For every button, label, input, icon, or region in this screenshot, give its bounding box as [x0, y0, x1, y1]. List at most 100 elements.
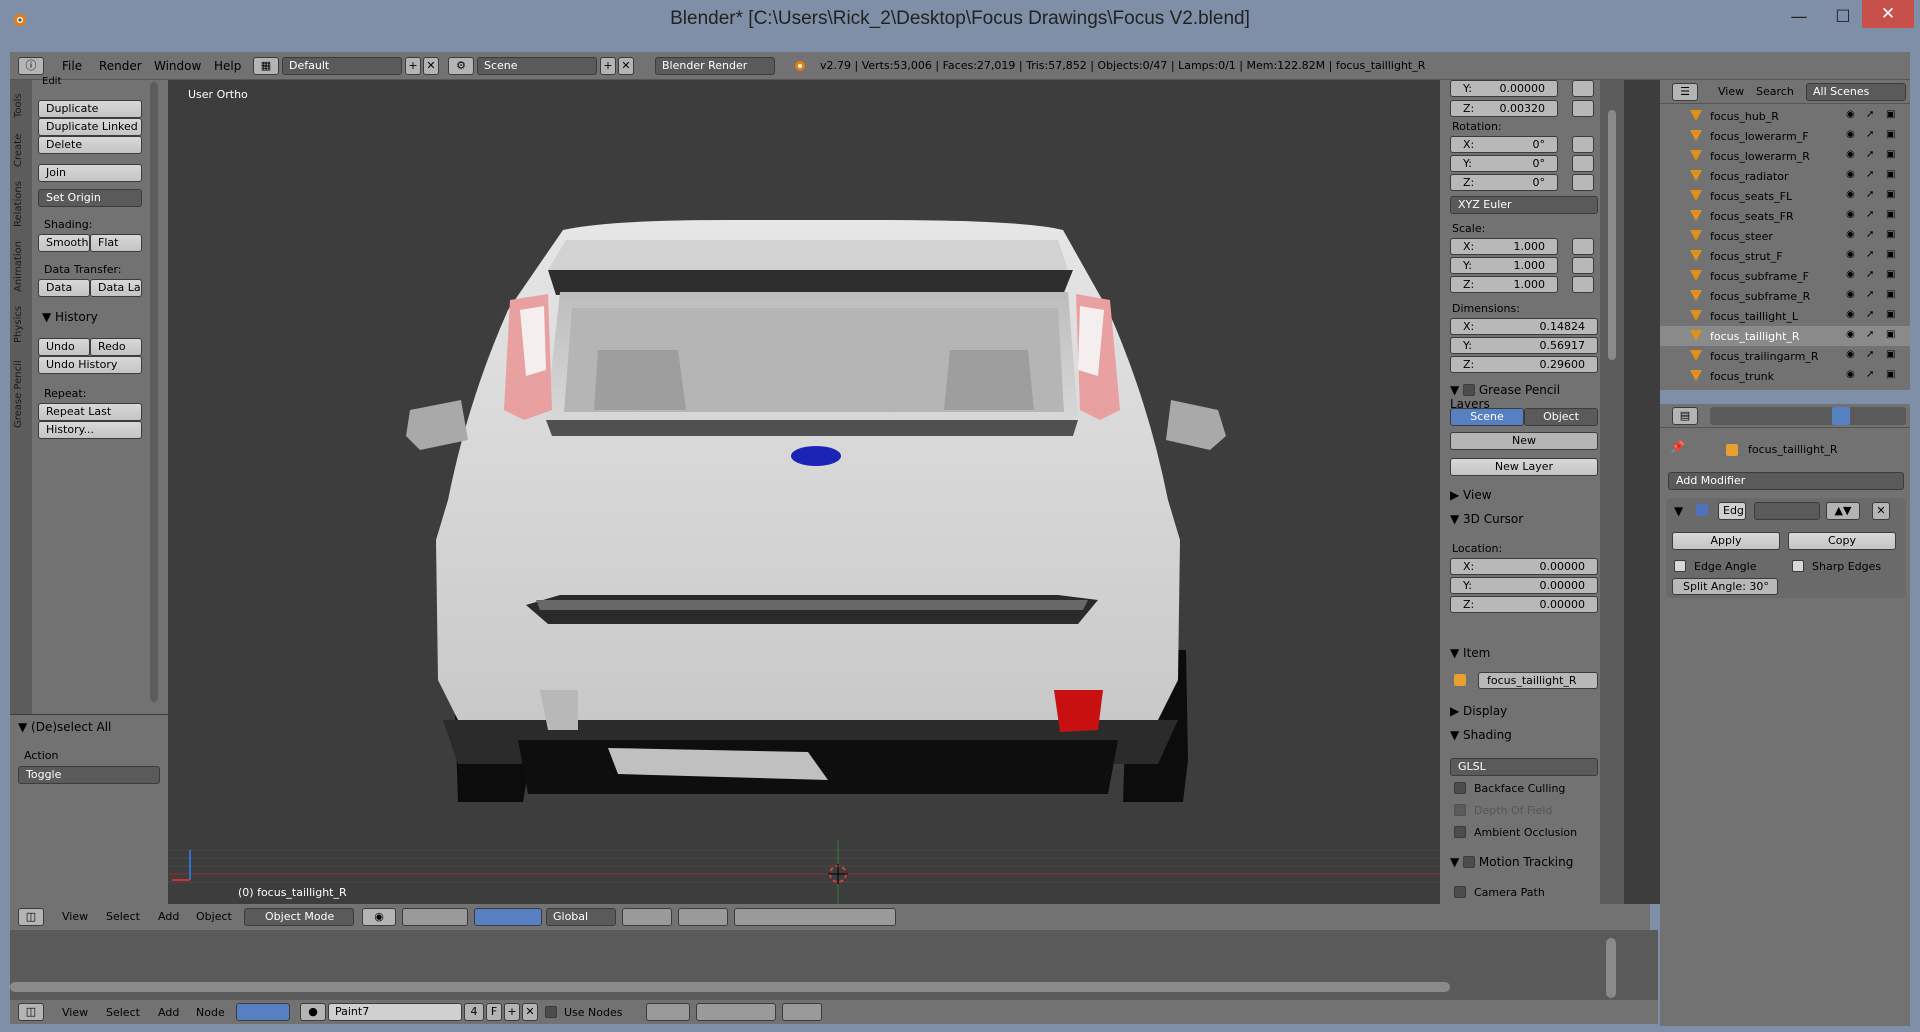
renderable-camera-icon[interactable]: ▣: [1886, 329, 1895, 340]
location-y-field[interactable]: Y: 0.00000: [1450, 80, 1558, 97]
data-layout-button[interactable]: Data La: [90, 279, 142, 297]
renderable-camera-icon[interactable]: ▣: [1886, 149, 1895, 160]
outliner-row[interactable]: focus_subframe_F ◉ ➚ ▣: [1660, 266, 1910, 286]
view-panel-header[interactable]: ▶ View: [1450, 488, 1492, 502]
lock-icon[interactable]: [1572, 136, 1594, 153]
timeline-area[interactable]: [10, 930, 1658, 1002]
outliner-row[interactable]: focus_trunk ◉ ➚ ▣: [1660, 366, 1910, 386]
selectable-cursor-icon[interactable]: ➚: [1866, 309, 1874, 320]
modifier-name-field[interactable]: Edg: [1718, 502, 1746, 520]
node-snap-icons[interactable]: [696, 1003, 776, 1021]
outliner-type-icon[interactable]: ☰: [1672, 83, 1698, 101]
cursor-x-field[interactable]: X: 0.00000: [1450, 558, 1598, 575]
outliner-row[interactable]: focus_hub_R ◉ ➚ ▣: [1660, 106, 1910, 126]
remove-modifier-icon[interactable]: ✕: [1872, 502, 1890, 520]
render-engine-select[interactable]: Blender Render: [655, 57, 775, 75]
menu-help[interactable]: Help: [214, 59, 241, 73]
visibility-eye-icon[interactable]: ◉: [1846, 269, 1855, 280]
remove-layout-icon[interactable]: ✕: [423, 57, 439, 75]
backface-culling-checkbox[interactable]: [1454, 782, 1466, 794]
menu-window[interactable]: Window: [154, 59, 201, 73]
selectable-cursor-icon[interactable]: ➚: [1866, 369, 1874, 380]
split-angle-field[interactable]: Split Angle: 30°: [1672, 578, 1778, 595]
node-select-menu[interactable]: Select: [106, 1006, 140, 1019]
smooth-button[interactable]: Smooth: [38, 234, 90, 252]
properties-scrollbar[interactable]: [1608, 110, 1616, 360]
use-nodes-checkbox[interactable]: [545, 1006, 557, 1018]
selectable-cursor-icon[interactable]: ➚: [1866, 269, 1874, 280]
lock-icon[interactable]: [1572, 80, 1594, 97]
display-panel-header[interactable]: ▶ Display: [1450, 704, 1507, 718]
sharp-edges-checkbox[interactable]: [1792, 560, 1804, 572]
outliner-row[interactable]: focus_taillight_R ◉ ➚ ▣: [1660, 326, 1910, 346]
lock-icon[interactable]: [1572, 276, 1594, 293]
item-name-field[interactable]: focus_taillight_R: [1478, 672, 1598, 689]
selectable-cursor-icon[interactable]: ➚: [1866, 189, 1874, 200]
outliner-row[interactable]: focus_taillight_L ◉ ➚ ▣: [1660, 306, 1910, 326]
node-copy-paste-icons[interactable]: [782, 1003, 822, 1021]
node-add-menu[interactable]: Add: [158, 1006, 179, 1019]
rotation-y-field[interactable]: Y: 0°: [1450, 155, 1558, 172]
selectable-cursor-icon[interactable]: ➚: [1866, 249, 1874, 260]
outliner-row[interactable]: focus_seats_FR ◉ ➚ ▣: [1660, 206, 1910, 226]
pivot-and-manipulator-icons[interactable]: [402, 908, 468, 926]
interaction-mode-select[interactable]: Object Mode: [244, 908, 354, 926]
3d-cursor-panel-header[interactable]: ▼ 3D Cursor: [1450, 512, 1523, 526]
redo-button[interactable]: Redo: [90, 338, 142, 356]
outliner-row[interactable]: focus_lowerarm_F ◉ ➚ ▣: [1660, 126, 1910, 146]
unlink-material-icon[interactable]: ✕: [522, 1003, 538, 1021]
duplicate-linked-button[interactable]: Duplicate Linked: [38, 118, 142, 136]
scene-icon[interactable]: ⚙: [448, 57, 474, 75]
node-tree-type-icons[interactable]: [236, 1003, 290, 1021]
motion-tracking-checkbox[interactable]: [1463, 856, 1476, 868]
outliner-view-menu[interactable]: View: [1718, 85, 1744, 98]
lock-icon[interactable]: [1572, 174, 1594, 191]
duplicate-button[interactable]: Duplicate: [38, 100, 142, 118]
layer-buttons-b[interactable]: [678, 908, 728, 926]
rotation-z-field[interactable]: Z: 0°: [1450, 174, 1558, 191]
outliner-search-menu[interactable]: Search: [1756, 85, 1794, 98]
renderable-camera-icon[interactable]: ▣: [1886, 269, 1895, 280]
depth-of-field-checkbox[interactable]: [1454, 804, 1466, 816]
history-panel-header[interactable]: ▼ History: [42, 310, 98, 324]
renderable-camera-icon[interactable]: ▣: [1886, 249, 1895, 260]
tab-relations[interactable]: Relations: [13, 176, 29, 232]
visibility-eye-icon[interactable]: ◉: [1846, 249, 1855, 260]
undo-button[interactable]: Undo: [38, 338, 90, 356]
fake-user-button[interactable]: F: [486, 1003, 502, 1021]
properties-type-icon[interactable]: ▤: [1672, 407, 1698, 425]
grease-pencil-checkbox[interactable]: [1463, 384, 1476, 396]
tool-shelf-scrollbar[interactable]: [150, 82, 158, 702]
item-panel-header[interactable]: ▼ Item: [1450, 646, 1490, 660]
repeat-last-button[interactable]: Repeat Last: [38, 403, 142, 421]
delete-button[interactable]: Delete: [38, 136, 142, 154]
shading-mode-select[interactable]: GLSL: [1450, 758, 1598, 776]
lock-icon[interactable]: [1572, 238, 1594, 255]
copy-button[interactable]: Copy: [1788, 532, 1896, 550]
action-select[interactable]: Toggle: [18, 766, 160, 784]
location-z-field[interactable]: Z: 0.00320: [1450, 100, 1558, 117]
dimension-z-field[interactable]: Z: 0.29600: [1450, 356, 1598, 373]
viewport-shading-select[interactable]: ◉: [362, 908, 396, 926]
dimension-y-field[interactable]: Y: 0.56917: [1450, 337, 1598, 354]
tab-create[interactable]: Create: [13, 128, 29, 172]
camera-path-checkbox[interactable]: [1454, 886, 1466, 898]
screen-layout-field[interactable]: Default: [282, 57, 402, 75]
ambient-occlusion-checkbox[interactable]: [1454, 826, 1466, 838]
tab-tools[interactable]: Tools: [13, 88, 29, 124]
visibility-eye-icon[interactable]: ◉: [1846, 309, 1855, 320]
view3d-type-icon[interactable]: ◫: [18, 908, 44, 926]
renderable-camera-icon[interactable]: ▣: [1886, 109, 1895, 120]
node-backdrop-icons[interactable]: [646, 1003, 690, 1021]
visibility-eye-icon[interactable]: ◉: [1846, 229, 1855, 240]
renderable-camera-icon[interactable]: ▣: [1886, 209, 1895, 220]
gp-new-layer-button[interactable]: New Layer: [1450, 458, 1598, 476]
view3d-select-menu[interactable]: Select: [106, 910, 140, 923]
material-browse-icon[interactable]: ●: [300, 1003, 326, 1021]
scale-x-field[interactable]: X: 1.000: [1450, 238, 1558, 255]
renderable-camera-icon[interactable]: ▣: [1886, 289, 1895, 300]
visibility-eye-icon[interactable]: ◉: [1846, 329, 1855, 340]
close-button[interactable]: ✕: [1862, 0, 1914, 28]
property-context-tabs[interactable]: [1710, 407, 1906, 425]
add-scene-icon[interactable]: +: [600, 57, 616, 75]
